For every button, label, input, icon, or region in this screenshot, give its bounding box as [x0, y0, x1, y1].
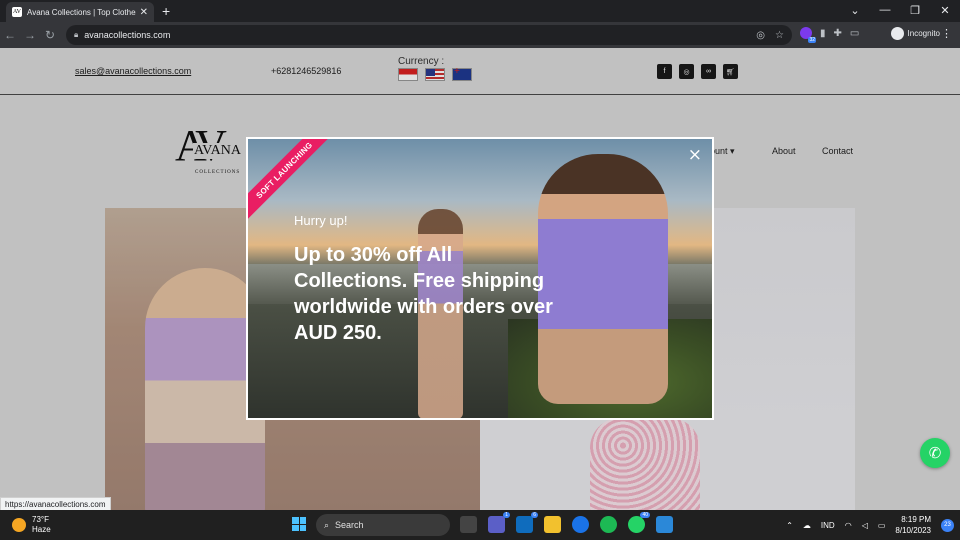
whatsapp-badge: 40 — [640, 512, 650, 518]
popup-headline: Up to 30% off All Collections. Free ship… — [294, 244, 553, 344]
mail-badge: 6 — [531, 512, 538, 518]
search-icon: ⌕ — [324, 519, 330, 530]
search-label: Search — [335, 520, 364, 530]
notes-app-icon[interactable] — [656, 516, 673, 533]
language-indicator[interactable]: IND — [821, 521, 835, 530]
tab-strip: AV Avana Collections | Top Clothes C ✕ +… — [0, 0, 960, 22]
status-url: https://avanacollections.com — [0, 497, 111, 510]
mail-app-icon[interactable]: 6 — [516, 512, 538, 533]
file-explorer-icon[interactable] — [544, 516, 561, 533]
reload-icon[interactable]: ↻ — [40, 28, 60, 42]
new-tab-icon[interactable]: + — [162, 3, 170, 19]
windows-taskbar: 73°F Haze ⌕ Search 1 6 40 ⌃ ☁ IND ◠ ◁ ▭ … — [0, 510, 960, 540]
address-bar[interactable]: 🔒︎ avanacollections.com ◎ ☆ — [66, 25, 792, 45]
notification-badge[interactable]: 23 — [941, 518, 954, 532]
temperature: 73°F — [32, 515, 49, 524]
clock[interactable]: 8:19 PM 8/10/2023 — [895, 514, 931, 536]
battery-icon[interactable]: ▭ — [878, 521, 886, 530]
close-popup-button[interactable]: × — [688, 145, 702, 165]
extension-icon[interactable]: 32 — [800, 27, 816, 43]
haze-sun-icon — [12, 518, 26, 532]
onedrive-icon[interactable]: ☁ — [803, 521, 811, 530]
browser-toolbar: ← → ↻ 🔒︎ avanacollections.com ◎ ☆ 32 ▮ ✚… — [0, 22, 960, 48]
taskbar-apps: 1 6 40 — [460, 512, 673, 533]
profile-label: Incognito — [907, 29, 940, 38]
forward-icon[interactable]: → — [20, 28, 40, 42]
tab-search-icon[interactable]: ⌄ — [840, 0, 870, 20]
spotify-icon[interactable] — [600, 516, 617, 533]
task-view-icon[interactable] — [460, 516, 477, 533]
bookmark-star-icon[interactable]: ☆ — [775, 30, 784, 41]
more-menu-icon[interactable]: ⋮ — [941, 27, 952, 40]
chrome-icon[interactable] — [572, 516, 589, 533]
chat-badge: 1 — [503, 512, 510, 518]
system-tray: ⌃ ☁ IND ◠ ◁ ▭ 8:19 PM 8/10/2023 23 — [786, 510, 960, 540]
tray-chevron-icon[interactable]: ⌃ — [786, 521, 793, 530]
start-icon[interactable] — [292, 517, 306, 531]
incognito-indicator[interactable]: Incognito — [890, 27, 940, 40]
url-text: avanacollections.com — [84, 30, 171, 40]
web-page: sales@avanacollections.com +628124652981… — [0, 48, 960, 510]
eye-off-icon[interactable]: ◎ — [756, 30, 765, 41]
puzzle-icon[interactable]: ✚ — [834, 28, 842, 39]
incognito-icon — [890, 27, 904, 40]
minimize-icon[interactable]: — — [870, 0, 900, 20]
close-window-icon[interactable]: ✕ — [930, 0, 960, 20]
whatsapp-app-icon[interactable]: 40 — [628, 512, 650, 533]
time: 8:19 PM — [901, 515, 931, 524]
back-icon[interactable]: ← — [0, 28, 20, 42]
extension-badge: 32 — [808, 37, 816, 43]
restore-icon[interactable]: ❐ — [900, 0, 930, 20]
wifi-icon[interactable]: ◠ — [845, 521, 852, 530]
promo-popup: SOFT LAUNCHING × Hurry up! Up to 30% off… — [246, 137, 714, 420]
doc-extension-icon[interactable]: ▮ — [820, 28, 826, 39]
weather-condition: Haze — [32, 525, 51, 534]
browser-tab[interactable]: AV Avana Collections | Top Clothes C ✕ — [6, 2, 154, 22]
side-panel-icon[interactable]: ▭ — [850, 28, 859, 39]
window-controls: ⌄ — ❐ ✕ — [840, 0, 960, 20]
lock-icon[interactable]: 🔒︎ — [74, 30, 78, 40]
close-tab-icon[interactable]: ✕ — [140, 7, 148, 18]
popup-kicker: Hurry up! — [294, 213, 348, 228]
volume-icon[interactable]: ◁ — [862, 521, 868, 530]
weather-widget[interactable]: 73°F Haze — [12, 515, 51, 535]
whatsapp-chat-icon[interactable]: ✆ — [920, 438, 950, 468]
taskbar-search[interactable]: ⌕ Search — [316, 514, 450, 536]
date: 8/10/2023 — [895, 526, 931, 535]
site-favicon-icon: AV — [12, 7, 22, 17]
tab-title: Avana Collections | Top Clothes C — [27, 7, 136, 17]
popup-girl-near — [538, 154, 668, 404]
extensions-area: 32 ▮ ✚ ▭ — [800, 27, 859, 43]
chat-app-icon[interactable]: 1 — [488, 512, 510, 533]
